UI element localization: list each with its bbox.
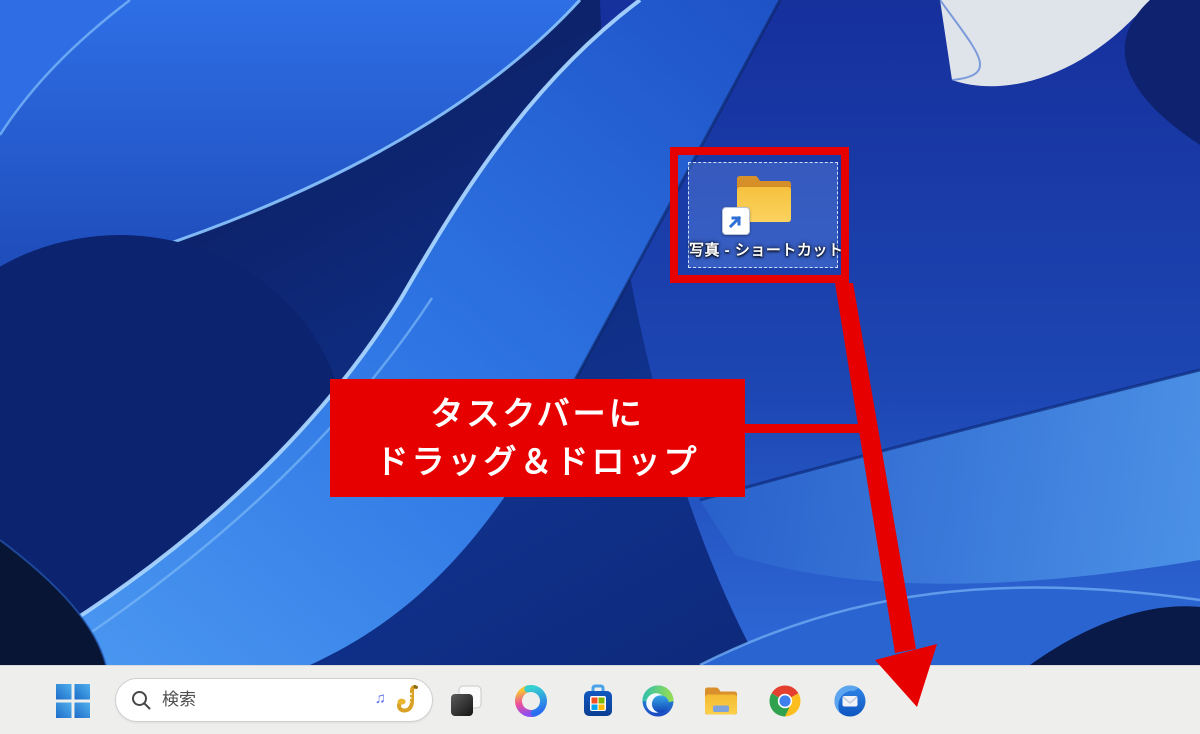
- taskbar: ♫: [0, 665, 1200, 734]
- microsoft-store-button[interactable]: [574, 677, 622, 725]
- thunderbird-button[interactable]: [826, 677, 874, 725]
- edge-button[interactable]: [634, 677, 682, 725]
- music-notes-icon: ♫: [375, 690, 386, 707]
- copilot-button[interactable]: [507, 677, 555, 725]
- windows-logo-icon: [56, 684, 90, 718]
- edge-icon: [640, 683, 676, 719]
- file-explorer-icon: [702, 684, 740, 718]
- shortcut-label: 写真 - ショートカット: [689, 239, 837, 260]
- thunderbird-icon: [832, 683, 868, 719]
- desktop-wallpaper: [0, 0, 1200, 665]
- search-icon: [130, 689, 152, 711]
- chrome-button[interactable]: [761, 677, 809, 725]
- copilot-icon: [513, 683, 549, 719]
- screen: 写真 - ショートカット タスクバーに ドラッグ＆ドロップ: [0, 0, 1200, 734]
- search-box[interactable]: ♫: [115, 678, 433, 722]
- shortcut-arrow-icon: [722, 207, 750, 235]
- task-view-icon: [448, 683, 484, 719]
- chrome-icon: [767, 683, 803, 719]
- task-view-button[interactable]: [442, 677, 490, 725]
- search-input[interactable]: [160, 689, 367, 711]
- saxophone-icon: [394, 684, 420, 716]
- file-explorer-button[interactable]: [697, 677, 745, 725]
- desktop-shortcut-photos[interactable]: 写真 - ショートカット: [688, 162, 838, 268]
- microsoft-store-icon: [580, 683, 616, 719]
- start-button[interactable]: [49, 677, 97, 725]
